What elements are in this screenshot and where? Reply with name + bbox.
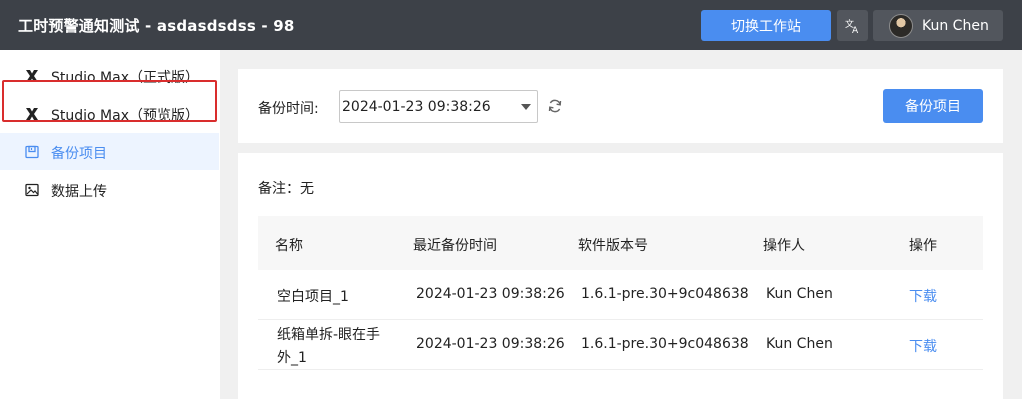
cell-version: 1.6.1-pre.30+9c048638 — [581, 286, 749, 302]
svg-text:A: A — [852, 26, 859, 34]
remark-text: 备注：无 — [258, 181, 314, 197]
backup-project-button[interactable]: 备份项目 — [883, 89, 983, 123]
user-menu-button[interactable]: Kun Chen — [873, 10, 1003, 41]
cell-backup-time: 2024-01-23 09:38:26 — [416, 336, 565, 352]
cell-name-line1: 纸箱单拆-眼在手 — [277, 327, 381, 343]
column-header-operator: 操作人 — [763, 238, 805, 254]
backup-time-label: 备份时间: — [258, 101, 319, 117]
sidebar-item-label: 数据上传 — [51, 184, 107, 200]
table-row: 空白项目_1 2024-01-23 09:38:26 1.6.1-pre.30+… — [258, 270, 983, 320]
cell-name: 空白项目_1 — [277, 289, 349, 305]
download-link[interactable]: 下载 — [909, 286, 937, 306]
column-header-backup-time: 最近备份时间 — [413, 238, 497, 254]
image-upload-icon — [25, 183, 39, 197]
cell-backup-time: 2024-01-23 09:38:26 — [416, 286, 565, 302]
sidebar-item-backup-project[interactable]: 备份项目 — [0, 133, 219, 170]
refresh-icon[interactable] — [547, 98, 563, 114]
language-button[interactable]: 文 A — [837, 10, 868, 41]
cell-name-line2: 外_1 — [277, 350, 307, 366]
top-bar: 工时预警通知测试 - asdasdsdss - 98 切换工作站 文 A Kun… — [0, 0, 1022, 50]
download-link[interactable]: 下载 — [909, 336, 937, 356]
app-title: 工时预警通知测试 - asdasdsdss - 98 — [18, 17, 295, 35]
sidebar-item-label: 备份项目 — [51, 146, 107, 162]
column-header-action: 操作 — [909, 238, 937, 254]
backup-icon — [25, 145, 39, 159]
backup-list-card: 备注：无 名称 最近备份时间 软件版本号 操作人 操作 空白项目_1 2024-… — [238, 153, 1003, 399]
cell-operator: Kun Chen — [766, 286, 833, 302]
switch-workstation-button[interactable]: 切换工作站 — [701, 10, 831, 41]
selection-highlight-box — [2, 80, 217, 122]
table-row: 纸箱单拆-眼在手 外_1 2024-01-23 09:38:26 1.6.1-p… — [258, 320, 983, 370]
sidebar-item-data-upload[interactable]: 数据上传 — [0, 171, 219, 208]
backup-time-value: 2024-01-23 09:38:26 — [342, 99, 491, 115]
cell-version: 1.6.1-pre.30+9c048638 — [581, 336, 749, 352]
column-header-version: 软件版本号 — [578, 238, 648, 254]
translate-icon: 文 A — [845, 18, 859, 34]
caret-down-icon — [521, 104, 531, 110]
table-header: 名称 最近备份时间 软件版本号 操作人 操作 — [258, 216, 983, 270]
cell-operator: Kun Chen — [766, 336, 833, 352]
avatar — [889, 13, 913, 38]
backup-time-select[interactable]: 2024-01-23 09:38:26 — [339, 90, 538, 123]
column-header-name: 名称 — [275, 238, 303, 254]
user-name: Kun Chen — [922, 17, 989, 34]
backup-toolbar-card: 备份时间: 2024-01-23 09:38:26 备份项目 — [238, 69, 1003, 143]
